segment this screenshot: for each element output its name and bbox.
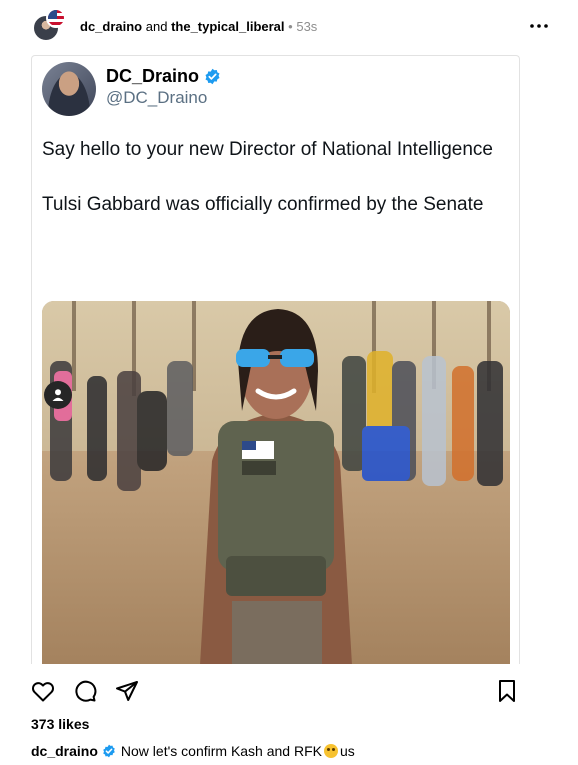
author-link-1[interactable]: dc_draino (80, 19, 142, 34)
more-dots-icon (530, 24, 548, 28)
comment-button[interactable] (72, 678, 98, 704)
tweet-avatar (42, 62, 96, 116)
share-icon (116, 681, 138, 701)
tweet-handle: @DC_Draino (106, 88, 208, 107)
post-timestamp[interactable]: 53s (296, 19, 317, 34)
avatar-the-typical-liberal[interactable] (46, 8, 66, 28)
caption-verified-icon (102, 744, 116, 758)
heart-icon (32, 682, 54, 702)
collab-avatars[interactable] (30, 8, 70, 44)
like-button[interactable] (30, 678, 56, 704)
post-authors: dc_draino and the_typical_liberal • 53s (80, 19, 317, 34)
action-bar (30, 678, 520, 704)
more-options-button[interactable] (528, 16, 550, 36)
photo-illustration (42, 301, 510, 664)
caption-text: Now let's confirm Kash and RFK (120, 743, 322, 759)
bookmark-icon (499, 680, 515, 702)
person-icon (52, 389, 64, 401)
verified-badge-icon (204, 68, 221, 85)
save-button[interactable] (494, 678, 520, 704)
tweet-display-name: DC_Draino (106, 66, 200, 86)
post-caption: dc_draino Now let's confirm Kash and RFK… (31, 743, 355, 759)
tweet-header: DC_Draino @DC_Draino (42, 62, 221, 116)
tweet-text: Say hello to your new Director of Nation… (42, 136, 502, 246)
post-header: dc_draino and the_typical_liberal • 53s (30, 8, 550, 44)
caption-username[interactable]: dc_draino (31, 743, 98, 759)
likes-count[interactable]: 373 likes (31, 716, 89, 732)
tagged-users-button[interactable] (44, 381, 72, 409)
caption-text-tail: us (340, 743, 355, 759)
author-link-2[interactable]: the_typical_liberal (171, 19, 284, 34)
authors-conjunction: and (145, 18, 168, 34)
winking-face-emoji-icon (324, 744, 338, 758)
tweet-paragraph-1: Say hello to your new Director of Nation… (42, 139, 493, 160)
tweet-display-name-row: DC_Draino (106, 66, 221, 87)
post-media[interactable]: DC_Draino @DC_Draino Say hello to your n… (31, 55, 520, 664)
tweet-photo (42, 301, 510, 664)
time-separator: • (288, 18, 293, 34)
tweet-paragraph-2: Tulsi Gabbard was officially confirmed b… (42, 194, 484, 215)
share-button[interactable] (114, 678, 140, 704)
comment-icon (75, 680, 97, 702)
